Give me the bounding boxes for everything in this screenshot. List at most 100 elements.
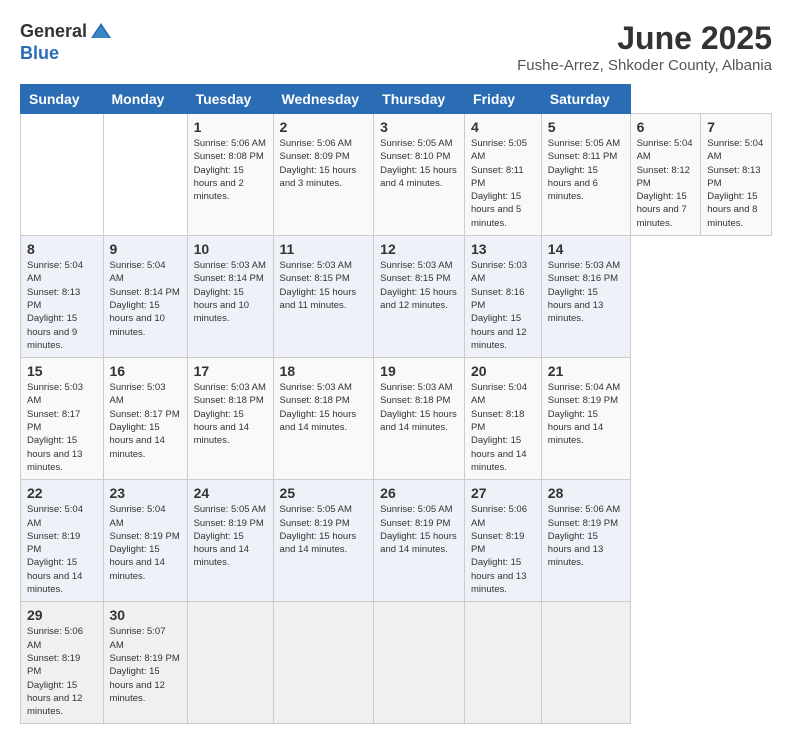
calendar-cell <box>374 602 465 724</box>
calendar-week-row: 15 Sunrise: 5:03 AMSunset: 8:17 PMDayligh… <box>21 358 772 480</box>
day-info: Sunrise: 5:03 AMSunset: 8:15 PMDaylight:… <box>380 259 458 312</box>
calendar-cell: 27Sunrise: 5:06 AMSunset: 8:19 PMDayligh… <box>465 480 542 602</box>
day-number: 3 <box>380 119 458 135</box>
calendar-cell: 28 Sunrise: 5:06 AMSunset: 8:19 PMDayligh… <box>541 480 630 602</box>
calendar-week-row: 8Sunrise: 5:04 AMSunset: 8:13 PMDaylight… <box>21 236 772 358</box>
calendar-cell: 16 Sunrise: 5:03 AMSunset: 8:17 PMDayligh… <box>103 358 187 480</box>
day-info: Sunrise: 5:05 AMSunset: 8:19 PMDaylight:… <box>280 503 368 556</box>
day-number: 6 <box>637 119 695 135</box>
calendar-cell: 18Sunrise: 5:03 AMSunset: 8:18 PMDayligh… <box>273 358 374 480</box>
calendar-cell <box>21 114 104 236</box>
day-number: 30 <box>110 607 181 623</box>
day-number: 19 <box>380 363 458 379</box>
day-number: 18 <box>280 363 368 379</box>
calendar-cell: 19 Sunrise: 5:03 AMSunset: 8:18 PMDayligh… <box>374 358 465 480</box>
day-info: Sunrise: 5:03 AMSunset: 8:16 PMDaylight:… <box>471 259 535 352</box>
calendar-cell <box>187 602 273 724</box>
calendar-cell <box>273 602 374 724</box>
day-info: Sunrise: 5:04 AMSunset: 8:19 PMDaylight:… <box>548 381 624 447</box>
day-info: Sunrise: 5:05 AMSunset: 8:19 PMDaylight:… <box>380 503 458 556</box>
day-number: 9 <box>110 241 181 257</box>
calendar-cell: 30 Sunrise: 5:07 AMSunset: 8:19 PMDayligh… <box>103 602 187 724</box>
day-number: 28 <box>548 485 624 501</box>
calendar-table: Sunday Monday Tuesday Wednesday Thursday… <box>20 84 772 724</box>
day-info: Sunrise: 5:05 AMSunset: 8:10 PMDaylight:… <box>380 137 458 190</box>
header-friday: Friday <box>465 85 542 114</box>
header-thursday: Thursday <box>374 85 465 114</box>
day-number: 29 <box>27 607 97 623</box>
day-info: Sunrise: 5:05 AMSunset: 8:19 PMDaylight:… <box>194 503 267 569</box>
day-info: Sunrise: 5:03 AMSunset: 8:15 PMDaylight:… <box>280 259 368 312</box>
logo: General Blue <box>20 20 113 64</box>
day-number: 7 <box>707 119 765 135</box>
calendar-cell: 4Sunrise: 5:05 AMSunset: 8:11 PMDaylight… <box>465 114 542 236</box>
header-monday: Monday <box>103 85 187 114</box>
calendar-week-row: 1 Sunrise: 5:06 AMSunset: 8:08 PMDaylight… <box>21 114 772 236</box>
day-info: Sunrise: 5:03 AMSunset: 8:18 PMDaylight:… <box>194 381 267 447</box>
day-info: Sunrise: 5:03 AMSunset: 8:17 PMDaylight:… <box>110 381 181 461</box>
header-sunday: Sunday <box>21 85 104 114</box>
day-number: 10 <box>194 241 267 257</box>
calendar-cell: 10 Sunrise: 5:03 AMSunset: 8:14 PMDayligh… <box>187 236 273 358</box>
calendar-cell: 23 Sunrise: 5:04 AMSunset: 8:19 PMDayligh… <box>103 480 187 602</box>
calendar-cell: 2 Sunrise: 5:06 AMSunset: 8:09 PMDaylight… <box>273 114 374 236</box>
calendar-cell: 17 Sunrise: 5:03 AMSunset: 8:18 PMDayligh… <box>187 358 273 480</box>
logo-general-text: General <box>20 22 87 42</box>
calendar-week-row: 22 Sunrise: 5:04 AMSunset: 8:19 PMDayligh… <box>21 480 772 602</box>
calendar-cell: 1 Sunrise: 5:06 AMSunset: 8:08 PMDaylight… <box>187 114 273 236</box>
calendar-header-row: Sunday Monday Tuesday Wednesday Thursday… <box>21 85 772 114</box>
day-info: Sunrise: 5:06 AMSunset: 8:09 PMDaylight:… <box>280 137 368 190</box>
day-info: Sunrise: 5:03 AMSunset: 8:18 PMDaylight:… <box>380 381 458 434</box>
day-info: Sunrise: 5:03 AMSunset: 8:17 PMDaylight:… <box>27 381 97 474</box>
day-number: 21 <box>548 363 624 379</box>
day-number: 15 <box>27 363 97 379</box>
calendar-cell: 8Sunrise: 5:04 AMSunset: 8:13 PMDaylight… <box>21 236 104 358</box>
logo-icon <box>89 20 113 44</box>
day-number: 4 <box>471 119 535 135</box>
calendar-week-row: 29 Sunrise: 5:06 AMSunset: 8:19 PMDayligh… <box>21 602 772 724</box>
day-info: Sunrise: 5:05 AMSunset: 8:11 PMDaylight:… <box>548 137 624 203</box>
day-info: Sunrise: 5:06 AMSunset: 8:08 PMDaylight:… <box>194 137 267 203</box>
day-number: 1 <box>194 119 267 135</box>
day-number: 2 <box>280 119 368 135</box>
calendar-cell: 24 Sunrise: 5:05 AMSunset: 8:19 PMDayligh… <box>187 480 273 602</box>
calendar-cell: 7 Sunrise: 5:04 AMSunset: 8:13 PMDaylight… <box>701 114 772 236</box>
day-number: 13 <box>471 241 535 257</box>
calendar-cell: 26 Sunrise: 5:05 AMSunset: 8:19 PMDayligh… <box>374 480 465 602</box>
day-number: 11 <box>280 241 368 257</box>
day-info: Sunrise: 5:06 AMSunset: 8:19 PMDaylight:… <box>548 503 624 569</box>
day-info: Sunrise: 5:07 AMSunset: 8:19 PMDaylight:… <box>110 625 181 705</box>
day-number: 16 <box>110 363 181 379</box>
day-info: Sunrise: 5:04 AMSunset: 8:13 PMDaylight:… <box>27 259 97 352</box>
day-number: 27 <box>471 485 535 501</box>
calendar-cell: 20Sunrise: 5:04 AMSunset: 8:18 PMDayligh… <box>465 358 542 480</box>
day-info: Sunrise: 5:06 AMSunset: 8:19 PMDaylight:… <box>27 625 97 718</box>
location-title: Fushe-Arrez, Shkoder County, Albania <box>517 57 772 74</box>
day-number: 24 <box>194 485 267 501</box>
calendar-cell: 22 Sunrise: 5:04 AMSunset: 8:19 PMDayligh… <box>21 480 104 602</box>
day-number: 12 <box>380 241 458 257</box>
day-info: Sunrise: 5:04 AMSunset: 8:19 PMDaylight:… <box>110 503 181 583</box>
month-title: June 2025 <box>517 20 772 57</box>
header-tuesday: Tuesday <box>187 85 273 114</box>
calendar-cell: 25 Sunrise: 5:05 AMSunset: 8:19 PMDayligh… <box>273 480 374 602</box>
header-saturday: Saturday <box>541 85 630 114</box>
calendar-cell: 13 Sunrise: 5:03 AMSunset: 8:16 PMDayligh… <box>465 236 542 358</box>
calendar-cell: 21 Sunrise: 5:04 AMSunset: 8:19 PMDayligh… <box>541 358 630 480</box>
calendar-cell <box>465 602 542 724</box>
day-info: Sunrise: 5:03 AMSunset: 8:16 PMDaylight:… <box>548 259 624 325</box>
day-number: 17 <box>194 363 267 379</box>
day-info: Sunrise: 5:03 AMSunset: 8:14 PMDaylight:… <box>194 259 267 325</box>
calendar-cell: 11 Sunrise: 5:03 AMSunset: 8:15 PMDayligh… <box>273 236 374 358</box>
day-number: 23 <box>110 485 181 501</box>
calendar-cell: 5Sunrise: 5:05 AMSunset: 8:11 PMDaylight… <box>541 114 630 236</box>
calendar-cell: 6Sunrise: 5:04 AMSunset: 8:12 PMDaylight… <box>630 114 701 236</box>
header-wednesday: Wednesday <box>273 85 374 114</box>
day-info: Sunrise: 5:04 AMSunset: 8:19 PMDaylight:… <box>27 503 97 596</box>
day-number: 25 <box>280 485 368 501</box>
day-number: 20 <box>471 363 535 379</box>
day-info: Sunrise: 5:04 AMSunset: 8:13 PMDaylight:… <box>707 137 765 230</box>
day-number: 22 <box>27 485 97 501</box>
day-number: 26 <box>380 485 458 501</box>
logo-blue-text: Blue <box>20 44 113 64</box>
